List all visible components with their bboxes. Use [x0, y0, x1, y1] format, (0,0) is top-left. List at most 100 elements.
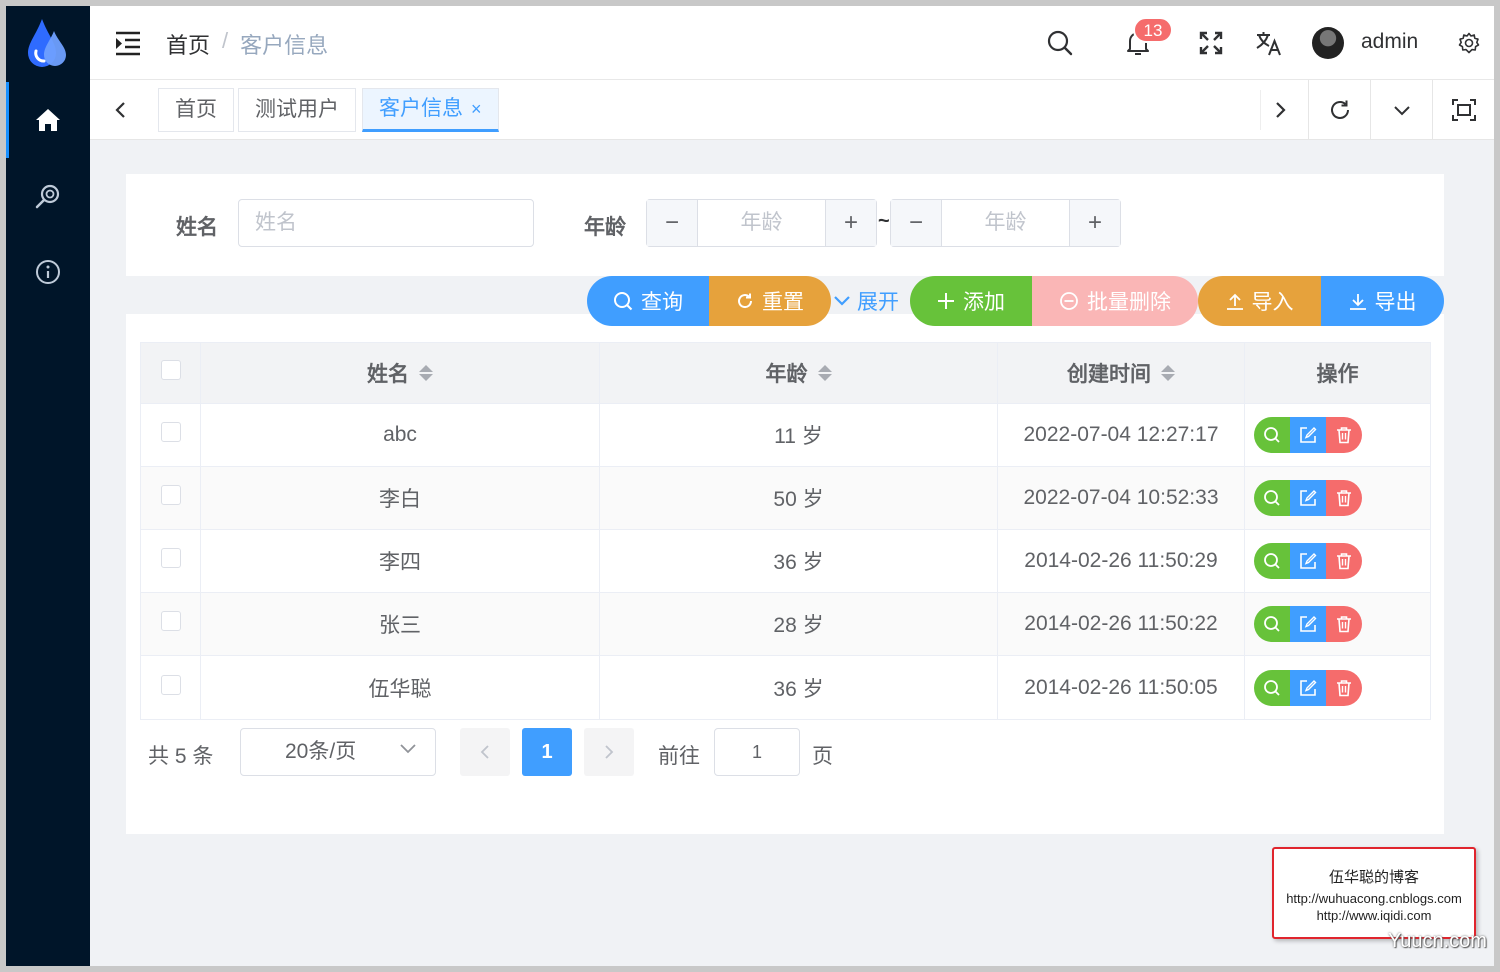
drop-logo-icon [28, 19, 66, 67]
menu-fold-button[interactable] [114, 30, 142, 56]
import-label: 导入 [1251, 291, 1294, 314]
row-select-cell [141, 467, 201, 529]
cell-name: abc [201, 404, 600, 466]
row-checkbox[interactable] [160, 674, 181, 695]
column-age[interactable]: 年龄 [600, 343, 998, 403]
username[interactable]: admin [1361, 30, 1418, 54]
avatar[interactable] [1312, 27, 1344, 59]
tab-label: 客户信息 [379, 97, 463, 120]
age-min-increment[interactable]: + [826, 200, 876, 246]
row-select-cell [141, 593, 201, 655]
view-button[interactable] [1253, 669, 1290, 706]
blog-watermark: 伍华聪的博客 http://wuhuacong.cnblogs.com http… [1272, 847, 1476, 939]
sidebar-item-about[interactable] [6, 234, 90, 310]
delete-button[interactable] [1325, 417, 1362, 453]
edit-button[interactable] [1289, 606, 1326, 642]
import-button[interactable]: 导入 [1198, 276, 1321, 326]
search-form: 姓名 姓名 年龄 − 年龄 + ~ − 年龄 + [126, 174, 1444, 276]
view-button[interactable] [1253, 543, 1290, 579]
column-label: 姓名 [367, 363, 409, 386]
reset-button[interactable]: 重置 [709, 276, 831, 326]
sort-icon[interactable] [817, 365, 832, 381]
sidebar-item-search[interactable] [6, 158, 90, 234]
tabs-menu-dropdown[interactable] [1370, 80, 1432, 140]
edit-button[interactable] [1289, 480, 1326, 516]
watermark-title: 伍华聪的博客 [1328, 869, 1419, 886]
row-checkbox[interactable] [160, 485, 181, 505]
delete-icon [1336, 553, 1351, 570]
delete-icon [1336, 427, 1351, 444]
delete-button[interactable] [1325, 480, 1362, 516]
cell-created: 2014-02-26 11:50:05 [998, 656, 1245, 719]
export-button[interactable]: 导出 [1321, 276, 1444, 326]
fullscreen-button[interactable] [1196, 28, 1226, 58]
view-button[interactable] [1253, 417, 1290, 453]
view-icon [1263, 427, 1280, 443]
page-number-current[interactable]: 1 [522, 728, 572, 776]
delete-button[interactable] [1325, 606, 1362, 642]
page-size-select[interactable]: 20条/页 [240, 728, 436, 776]
cell-age: 11 岁 [600, 404, 998, 466]
tab-close-icon[interactable]: × [471, 88, 482, 130]
age-max-decrement[interactable]: − [891, 200, 941, 246]
upload-icon [1226, 293, 1243, 310]
settings-button[interactable] [1454, 28, 1484, 58]
expand-toggle[interactable]: 展开 [833, 276, 899, 326]
notification-badge: 13 [1133, 17, 1173, 43]
batch-delete-button[interactable]: 批量删除 [1032, 276, 1198, 326]
minus-circle-icon [1060, 292, 1078, 310]
row-checkbox[interactable] [160, 548, 181, 568]
name-input[interactable]: 姓名 [238, 199, 534, 247]
view-button[interactable] [1253, 480, 1290, 516]
view-button[interactable] [1253, 606, 1290, 642]
cell-created: 2014-02-26 11:50:29 [998, 530, 1245, 592]
table-row: 张三 28 岁 2014-02-26 11:50:22 [141, 593, 1430, 656]
column-created[interactable]: 创建时间 [998, 343, 1245, 403]
age-min-input[interactable]: 年龄 [697, 200, 826, 246]
language-button[interactable] [1254, 28, 1284, 58]
sort-icon[interactable] [419, 365, 433, 381]
row-checkbox[interactable] [160, 422, 181, 442]
sidebar [6, 6, 90, 966]
add-button[interactable]: 添加 [910, 276, 1032, 326]
query-button[interactable]: 查询 [587, 276, 709, 326]
age-max-increment[interactable]: + [1070, 200, 1120, 246]
next-page-button[interactable] [584, 728, 634, 776]
sort-icon[interactable] [1161, 365, 1175, 381]
download-icon [1349, 294, 1366, 310]
delete-button[interactable] [1325, 543, 1362, 579]
age-max-input[interactable]: 年龄 [941, 200, 1070, 246]
edit-icon [1299, 616, 1316, 632]
tab-home[interactable]: 首页 [158, 88, 234, 132]
query-label: 查询 [641, 291, 683, 314]
row-select-cell [141, 404, 201, 466]
tab-test-user[interactable]: 测试用户 [238, 88, 356, 132]
edit-button[interactable] [1289, 669, 1326, 706]
select-all-checkbox[interactable] [160, 360, 181, 380]
name-label: 姓名 [176, 216, 218, 239]
column-name[interactable]: 姓名 [201, 343, 600, 403]
app-logo[interactable] [6, 6, 90, 80]
row-checkbox[interactable] [160, 611, 181, 631]
sidebar-item-home[interactable] [6, 82, 90, 158]
refresh-tab-button[interactable] [1308, 80, 1370, 140]
range-separator: ~ [878, 210, 890, 232]
age-min-decrement[interactable]: − [647, 200, 697, 246]
view-icon [1263, 616, 1280, 632]
prev-page-button[interactable] [460, 728, 510, 776]
reset-label: 重置 [762, 291, 804, 314]
edit-button[interactable] [1289, 417, 1326, 453]
edit-button[interactable] [1289, 543, 1326, 579]
table-row: 伍华聪 36 岁 2014-02-26 11:50:05 [141, 656, 1430, 719]
cell-actions [1245, 530, 1430, 592]
expand-label: 展开 [857, 291, 899, 314]
tabs-scroll-left[interactable] [100, 90, 140, 130]
goto-page-input[interactable]: 1 [714, 728, 800, 776]
breadcrumb-home[interactable]: 首页 [166, 28, 210, 60]
tabs-scroll-right[interactable] [1260, 90, 1300, 130]
delete-button[interactable] [1325, 669, 1362, 706]
tab-customer-info[interactable]: 客户信息 × [362, 88, 499, 132]
maximize-content-button[interactable] [1432, 80, 1494, 140]
header-search-button[interactable] [1045, 28, 1075, 58]
watermark-url-2: http://www.iqidi.com [1316, 908, 1432, 923]
